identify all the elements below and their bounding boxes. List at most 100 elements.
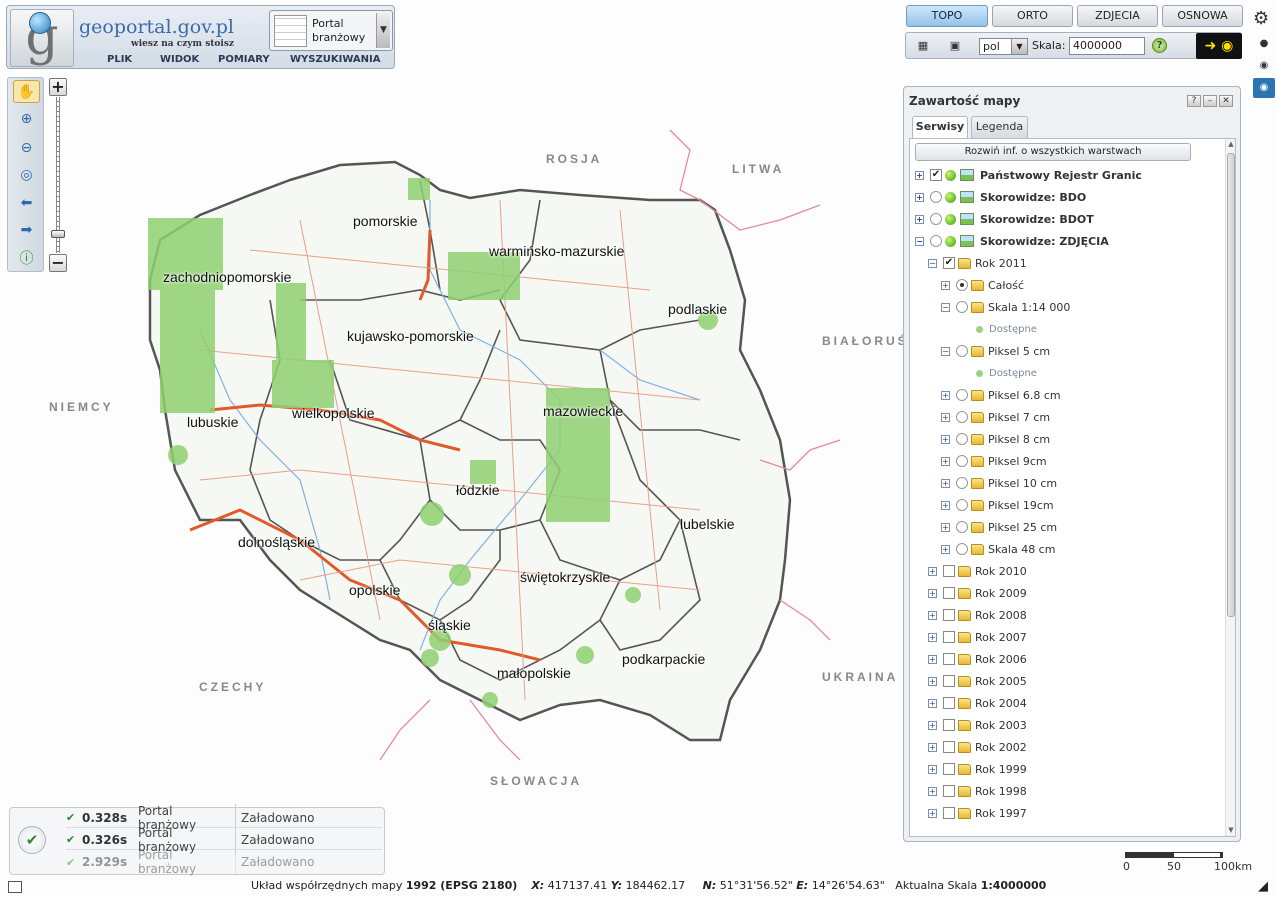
checkbox[interactable] bbox=[943, 653, 955, 665]
zoom-extent-icon[interactable]: ◎ bbox=[13, 164, 40, 187]
radio-button[interactable] bbox=[956, 411, 968, 423]
layer-item[interactable]: + Piksel 10 cm bbox=[941, 473, 1057, 493]
info-icon[interactable]: ⓘ bbox=[13, 248, 40, 271]
layer-item[interactable]: + Rok 2009 bbox=[928, 583, 1027, 603]
scroll-down-icon[interactable]: ▼ bbox=[1227, 826, 1235, 836]
expand-icon[interactable]: + bbox=[928, 720, 937, 730]
zoom-slider[interactable]: + − bbox=[49, 77, 69, 273]
resize-arrow-icon[interactable]: ◢ bbox=[1258, 879, 1268, 894]
layer-item[interactable]: + Całość bbox=[941, 275, 1024, 295]
zoom-plus-button[interactable]: + bbox=[49, 78, 67, 96]
radio-button[interactable] bbox=[930, 191, 942, 203]
checkbox[interactable] bbox=[943, 763, 955, 775]
layer-item[interactable]: + Rok 2002 bbox=[928, 737, 1027, 757]
checkbox[interactable] bbox=[943, 719, 955, 731]
radio-button[interactable] bbox=[956, 543, 968, 555]
layer-item[interactable]: + Piksel 7 cm bbox=[941, 407, 1050, 427]
expand-icon[interactable]: + bbox=[941, 390, 950, 400]
layer-item[interactable]: + Rok 2005 bbox=[928, 671, 1027, 691]
tab-osnowa[interactable]: OSNOWA bbox=[1162, 5, 1243, 27]
tab-topo[interactable]: TOPO bbox=[906, 5, 988, 27]
gear-icon[interactable]: ⚙ bbox=[1253, 8, 1269, 29]
checkbox[interactable]: ✔ bbox=[930, 169, 942, 181]
scrollbar-thumb[interactable] bbox=[1227, 153, 1235, 617]
layer-item[interactable]: + Rok 2004 bbox=[928, 693, 1027, 713]
expand-icon[interactable]: + bbox=[915, 192, 924, 202]
checkbox[interactable] bbox=[943, 675, 955, 687]
checkbox[interactable] bbox=[943, 697, 955, 709]
tab-orto[interactable]: ORTO bbox=[992, 5, 1073, 27]
dot-small-icon[interactable]: ● bbox=[1253, 34, 1275, 54]
expand-icon[interactable]: + bbox=[928, 698, 937, 708]
expand-icon[interactable]: + bbox=[941, 522, 950, 532]
radio-button[interactable] bbox=[956, 455, 968, 467]
radio-button[interactable] bbox=[956, 477, 968, 489]
scroll-up-icon[interactable]: ▲ bbox=[1227, 140, 1235, 150]
scale-input[interactable]: 4000000 bbox=[1069, 37, 1145, 55]
expand-icon[interactable]: + bbox=[928, 588, 937, 598]
checkbox[interactable] bbox=[943, 587, 955, 599]
radio-button[interactable] bbox=[956, 345, 968, 357]
hand-pan-icon[interactable]: ✋ bbox=[13, 80, 40, 103]
layer-item[interactable]: + Skorowidze: BDOT bbox=[915, 209, 1094, 229]
layer-item[interactable]: + Rok 1997 bbox=[928, 803, 1027, 823]
radio-button[interactable] bbox=[930, 213, 942, 225]
radio-button[interactable] bbox=[956, 433, 968, 445]
radio-button[interactable] bbox=[956, 499, 968, 511]
scrollbar[interactable]: ▲ ▼ bbox=[1225, 139, 1235, 836]
checkbox[interactable] bbox=[943, 565, 955, 577]
expand-icon[interactable]: + bbox=[928, 742, 937, 752]
layer-item[interactable]: + Rok 2010 bbox=[928, 561, 1027, 581]
expand-icon[interactable]: + bbox=[941, 280, 950, 290]
menu-item-wyszukiwania[interactable]: WYSZUKIWANIA bbox=[290, 54, 380, 65]
layer-item[interactable]: + Rok 1998 bbox=[928, 781, 1027, 801]
menu-item-widok[interactable]: WIDOK bbox=[160, 54, 199, 65]
expand-icon[interactable]: + bbox=[928, 808, 937, 818]
radio-button[interactable] bbox=[956, 279, 968, 291]
expand-icon[interactable]: + bbox=[928, 676, 937, 686]
tab-zdjecia[interactable]: ZDJECIA bbox=[1077, 5, 1158, 27]
layer-item[interactable]: + ✔ Państwowy Rejestr Granic bbox=[915, 165, 1142, 185]
layer-item[interactable]: + Rok 2007 bbox=[928, 627, 1027, 647]
checkbox[interactable] bbox=[943, 807, 955, 819]
minimize-icon[interactable]: – bbox=[1203, 95, 1217, 107]
expand-icon[interactable]: + bbox=[915, 214, 924, 224]
layer-item[interactable]: − Piksel 5 cm bbox=[941, 341, 1050, 361]
layer-item[interactable]: + Skala 48 cm bbox=[941, 539, 1055, 559]
expand-icon[interactable]: + bbox=[928, 610, 937, 620]
expand-icon[interactable]: + bbox=[941, 478, 950, 488]
radio-button[interactable] bbox=[956, 301, 968, 313]
expand-icon[interactable]: + bbox=[928, 764, 937, 774]
portal-select[interactable]: Portal branżowy ▼ bbox=[269, 10, 393, 51]
expand-icon[interactable]: + bbox=[928, 786, 937, 796]
expand-icon[interactable]: + bbox=[941, 456, 950, 466]
expand-icon[interactable]: + bbox=[941, 500, 950, 510]
radio-button[interactable] bbox=[956, 389, 968, 401]
layer-item[interactable]: − Skala 1:14 000 bbox=[941, 297, 1070, 317]
checkbox[interactable] bbox=[943, 609, 955, 621]
check-circle-icon[interactable]: ✔ bbox=[18, 826, 46, 854]
help-icon[interactable]: ? bbox=[1187, 95, 1201, 107]
forward-arrow-icon[interactable]: ➡ bbox=[13, 219, 40, 242]
back-arrow-icon[interactable]: ⬅ bbox=[13, 192, 40, 215]
expand-icon[interactable]: + bbox=[928, 654, 937, 664]
layer-item[interactable]: + Rok 2006 bbox=[928, 649, 1027, 669]
expand-icon[interactable]: + bbox=[915, 170, 924, 180]
radio-button[interactable] bbox=[956, 521, 968, 533]
checkbox[interactable] bbox=[943, 785, 955, 797]
close-icon[interactable]: ✕ bbox=[1219, 95, 1233, 107]
layer-item[interactable]: + Rok 1999 bbox=[928, 759, 1027, 779]
window-corner-icon[interactable] bbox=[8, 881, 22, 893]
expand-all-button[interactable]: Rozwiń inf. o wszystkich warstwach bbox=[915, 143, 1191, 161]
tab-legenda[interactable]: Legenda bbox=[971, 116, 1028, 138]
zoom-thumb[interactable] bbox=[51, 230, 65, 238]
expand-icon[interactable]: + bbox=[941, 434, 950, 444]
checkbox[interactable] bbox=[943, 631, 955, 643]
layer-item[interactable]: + Piksel 9cm bbox=[941, 451, 1047, 471]
chevron-down-icon[interactable]: ▼ bbox=[376, 13, 390, 48]
layer-item[interactable]: + Rok 2003 bbox=[928, 715, 1027, 735]
checkbox[interactable] bbox=[943, 741, 955, 753]
eye-active-icon[interactable]: ◉ bbox=[1253, 78, 1275, 98]
chevron-down-icon[interactable]: ▼ bbox=[1011, 39, 1027, 54]
radio-button[interactable] bbox=[930, 235, 942, 247]
